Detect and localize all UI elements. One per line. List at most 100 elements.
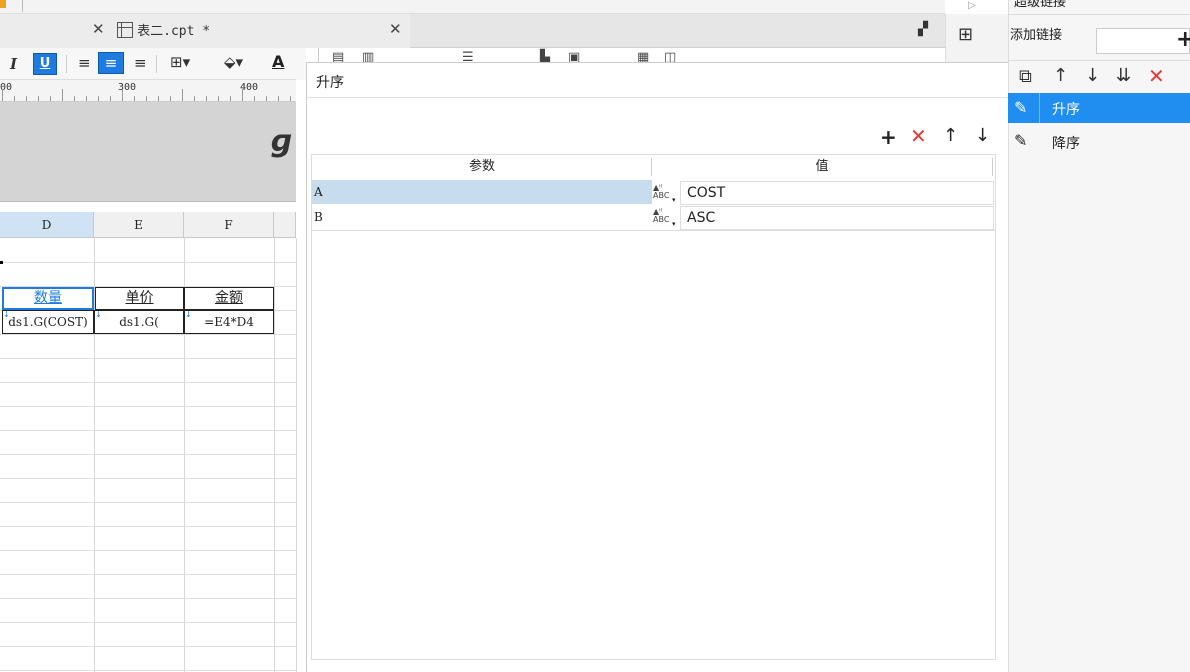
link-label: 升序 [1052, 102, 1080, 118]
param-value-field[interactable]: ASC [680, 206, 994, 230]
border-icon[interactable]: ⊞▾ [170, 53, 190, 71]
ruler-tick [242, 89, 243, 101]
link-item-desc[interactable]: ✎ 降序 [1008, 127, 1190, 157]
layout-grid-icon[interactable]: ⊞ [958, 24, 973, 45]
sort-icon[interactable]: ⇊ [1116, 65, 1131, 86]
grid-line [0, 262, 296, 263]
ruler-tick [14, 96, 15, 101]
param-row-name[interactable]: B [312, 205, 652, 229]
cell-E3[interactable]: 单价 [95, 287, 184, 310]
top-strip [0, 0, 945, 14]
grid-line [0, 382, 296, 383]
expand-down-icon: ↓ [95, 310, 102, 319]
expand-down-icon: ↓ [185, 310, 192, 319]
grid-line [0, 478, 296, 479]
expand-down-icon: ↓ [3, 310, 10, 319]
ruler-tick [194, 96, 195, 101]
link-divider [1039, 93, 1040, 123]
param-value-header: 值 [652, 155, 992, 179]
collapse-icon[interactable]: ▷ [968, 0, 976, 11]
move-param-down-icon[interactable]: ↓ [975, 126, 990, 146]
close-tab-icon-2[interactable]: ✕ [389, 20, 402, 38]
hide-eye-icon[interactable]: ɡ [270, 124, 291, 159]
add-param-icon[interactable]: + [880, 127, 897, 147]
link-item-asc[interactable]: ✎ 升序 [1008, 93, 1190, 123]
tab-label: 表二.cpt * [137, 24, 211, 39]
param-name-header: 参数 [312, 155, 652, 179]
tab-menu-icon[interactable]: ▞ [918, 22, 928, 37]
grid-line [0, 574, 296, 575]
ruler-tick [122, 89, 123, 101]
ruler-tick [110, 96, 111, 101]
align-center-icon[interactable]: ≡ [98, 52, 124, 74]
grid-line [274, 238, 275, 672]
grid-line [0, 454, 296, 455]
ruler-tick [74, 96, 75, 101]
fill-color-icon[interactable]: ⬙▾ [224, 53, 243, 71]
param-value-field[interactable]: COST [680, 181, 994, 205]
underline-button[interactable]: U [33, 53, 57, 75]
ruler-tick [146, 96, 147, 101]
column-header-F[interactable]: F [184, 212, 274, 238]
ruler-tick [98, 96, 99, 101]
param-type-button[interactable]: ▲ⁱˡ ABC ▾ [652, 181, 680, 205]
ruler-tick [254, 96, 255, 101]
grid-line [0, 358, 296, 359]
ruler-tick [218, 96, 219, 101]
ruler-tick [170, 96, 171, 101]
cell-D3-selected[interactable]: 数量 [2, 287, 94, 310]
ruler-tick [50, 96, 51, 101]
ruler-tick [230, 96, 231, 101]
align-left-icon[interactable]: ≡ [78, 54, 91, 72]
ruler-tick [266, 96, 267, 101]
canvas-grey-area [0, 102, 296, 202]
cell-F3[interactable]: 金额 [184, 287, 274, 310]
move-up-icon[interactable]: ↑ [1053, 65, 1068, 86]
column-header-D[interactable]: D [0, 212, 94, 238]
delete-link-icon[interactable]: ✕ [1148, 64, 1165, 88]
grid-line [0, 334, 296, 335]
top-separator [22, 0, 23, 12]
column-header-next[interactable] [274, 212, 296, 238]
toolbar-separator [156, 55, 157, 73]
column-header-E[interactable]: E [94, 212, 184, 238]
add-link-label: 添加链接 [1010, 28, 1063, 43]
param-type-button[interactable]: ▲ⁱˡ ABC ▾ [652, 205, 680, 229]
cell-marker [0, 261, 3, 264]
abc-type-icon: ▲ⁱˡ ABC [653, 183, 670, 200]
table-row-divider [312, 230, 996, 231]
font-color-icon[interactable]: A [272, 52, 284, 71]
link-label: 降序 [1052, 136, 1080, 152]
tab-active[interactable]: 表二.cpt * [117, 20, 210, 39]
cell-F4[interactable]: =E4*D4 [184, 310, 274, 334]
panel-divider [1008, 14, 1190, 15]
app-logo-icon [0, 0, 6, 8]
toolbar-end [296, 48, 306, 80]
ruler-tick [26, 96, 27, 101]
move-down-icon[interactable]: ↓ [1085, 65, 1100, 86]
close-tab-icon[interactable]: ✕ [92, 20, 105, 38]
add-link-plus-icon[interactable]: + [1176, 27, 1190, 52]
dialog-title: 升序 [316, 75, 344, 91]
type-dropdown-icon: ▾ [672, 220, 676, 228]
grid-line [0, 670, 296, 671]
italic-button[interactable]: I [10, 55, 17, 73]
grid-line [0, 622, 296, 623]
report-file-icon [117, 21, 133, 38]
copy-icon[interactable]: ⧉ [1019, 66, 1032, 87]
grid-line [0, 646, 296, 647]
ruler-tick [86, 96, 87, 101]
grid-line [0, 526, 296, 527]
toolbar-separator [66, 55, 67, 73]
cell-E4[interactable]: ds1.G( [94, 310, 184, 334]
delete-param-icon[interactable]: ✕ [910, 126, 927, 146]
abc-type-icon: ▲ⁱˡ ABC [653, 207, 670, 224]
cell-D4[interactable]: ds1.G(COST) [2, 310, 94, 334]
ruler-tick [182, 89, 183, 101]
align-right-icon[interactable]: ≡ [134, 54, 147, 72]
move-param-up-icon[interactable]: ↑ [943, 126, 958, 146]
ruler-tick [62, 89, 63, 101]
param-row-name[interactable]: A [312, 180, 652, 204]
header-divider [992, 158, 993, 176]
hyperlink-panel-title: 超级链接 [1014, 0, 1067, 10]
